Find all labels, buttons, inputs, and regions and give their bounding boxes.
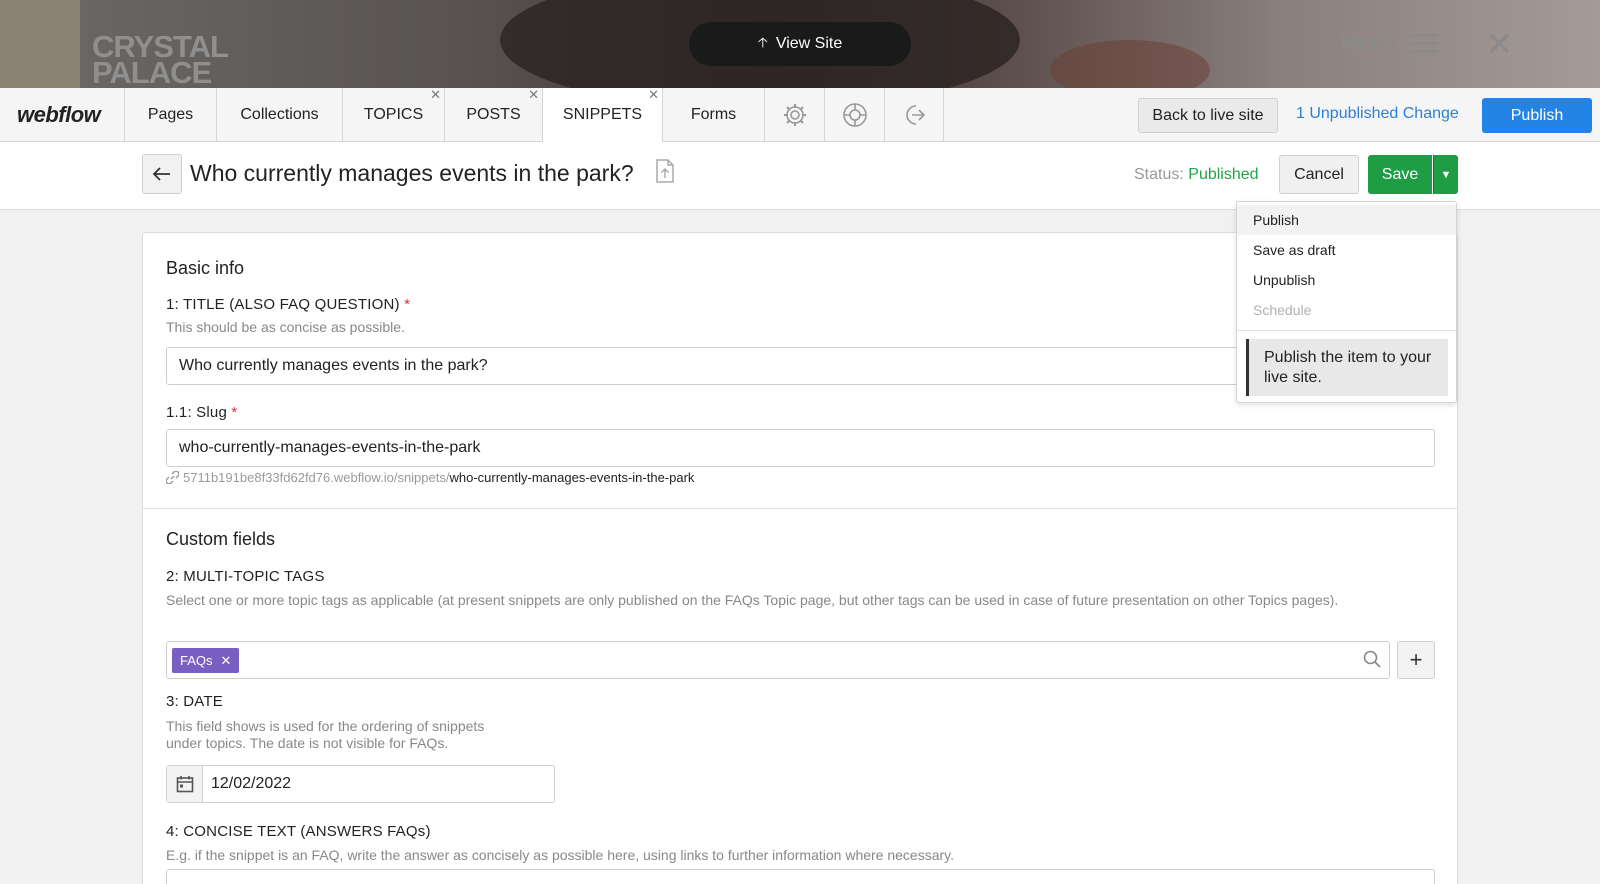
plus-icon: + [1409,647,1423,672]
chevron-down-icon: ▼ [1440,168,1452,181]
required-asterisk: * [231,404,238,421]
tag-pill: FAQs ✕ [172,648,240,673]
editor-toolbar: webflow Pages Collections TOPICS ✕ POSTS ✕… [0,88,1600,142]
title-field-label: 1: TITLE (ALSO FAQ QUESTION) * [166,296,411,313]
slug-url-preview[interactable]: 5711b191be8f33fd62fd76.webflow.io/snippe… [166,470,694,485]
concise-text-field-help: E.g. if the snippet is an FAQ, write the… [166,847,955,863]
custom-fields-heading: Custom fields [166,529,276,549]
slug-field-label: 1.1: Slug * [166,404,238,421]
help-tab[interactable] [824,88,884,142]
item-status: Status: Published [1134,166,1259,183]
menu-divider [1237,330,1456,331]
save-button[interactable]: Save [1368,155,1432,194]
link-icon [166,471,179,484]
slug-input[interactable]: who-currently-manages-events-in-the-park [166,429,1435,467]
tab-snippets[interactable]: SNIPPETS ✕ [542,88,662,142]
arrow-left-icon [153,167,170,181]
close-tab-icon[interactable]: ✕ [528,88,539,102]
menu-item-save-as-draft[interactable]: Save as draft [1237,235,1456,265]
remove-tag-icon[interactable]: ✕ [221,653,232,669]
tab-topics[interactable]: TOPICS ✕ [342,88,444,142]
cancel-button[interactable]: Cancel [1279,155,1359,194]
unpublished-changes-link[interactable]: 1 Unpublished Change [1296,105,1459,123]
concise-text-field-label: 4: CONCISE TEXT (ANSWERS FAQs) [166,823,431,840]
section-divider [143,508,1457,509]
concise-text-editor[interactable] [166,869,1435,884]
item-header: Who currently manages events in the park… [0,142,1600,210]
add-tag-button[interactable]: + [1397,641,1435,679]
arrow-up-icon: 🡡 [757,34,768,50]
close-tab-icon[interactable]: ✕ [430,88,441,102]
settings-tab[interactable] [764,88,824,142]
menu-item-schedule: Schedule [1253,302,1312,318]
date-field-help: This field shows is used for the orderin… [166,718,485,751]
site-preview-banner: CRYSTAL PALACE 🡡 View Site Menu ✕ [0,0,1600,88]
tags-field-help: Select one or more topic tags as applica… [166,592,1339,608]
close-tab-icon[interactable]: ✕ [648,88,659,102]
menu-item-description: Publish the item to your live site. [1246,339,1448,396]
status-value: Published [1188,166,1259,183]
close-icon[interactable]: ✕ [1486,28,1513,60]
menu-item-unpublish[interactable]: Unpublish [1237,265,1456,295]
editor-tabs: Pages Collections TOPICS ✕ POSTS ✕ SNIPPET… [124,88,944,142]
search-icon [1363,650,1381,673]
tab-pages[interactable]: Pages [124,88,216,142]
settings-gear-icon [783,104,806,126]
document-upload-icon[interactable] [656,159,674,188]
save-options-button[interactable]: ▼ [1433,155,1458,194]
view-site-button[interactable]: 🡡 View Site [689,22,911,66]
back-to-live-site-button[interactable]: Back to live site [1138,98,1278,133]
tab-collections[interactable]: Collections [216,88,342,142]
tags-field-label: 2: MULTI-TOPIC TAGS [166,568,325,585]
date-input[interactable]: 12/02/2022 [166,765,555,803]
required-asterisk: * [404,296,411,313]
webflow-logo: webflow [17,102,101,127]
hamburger-icon [1411,33,1440,53]
calendar-icon[interactable] [167,766,203,802]
logout-icon [906,105,926,125]
banner-image-detail [1050,40,1210,88]
item-title: Who currently manages events in the park… [190,160,634,186]
tags-input[interactable]: FAQs ✕ [166,641,1390,679]
back-button[interactable] [142,154,182,194]
tab-forms[interactable]: Forms [662,88,764,142]
tab-posts[interactable]: POSTS ✕ [444,88,542,142]
save-options-menu: Publish Save as draft Unpublish Schedule… [1236,201,1457,403]
date-field-label: 3: DATE [166,693,223,710]
logout-tab[interactable] [884,88,944,142]
help-lifebuoy-icon [842,103,867,127]
publish-button[interactable]: Publish [1482,98,1592,133]
site-menu-button[interactable]: Menu [1340,30,1440,56]
title-field-help: This should be as concise as possible. [166,319,405,335]
banner-image-detail [0,0,80,88]
site-logo[interactable]: CRYSTAL PALACE [92,31,229,88]
basic-info-heading: Basic info [166,258,245,278]
menu-item-publish[interactable]: Publish [1237,205,1456,235]
